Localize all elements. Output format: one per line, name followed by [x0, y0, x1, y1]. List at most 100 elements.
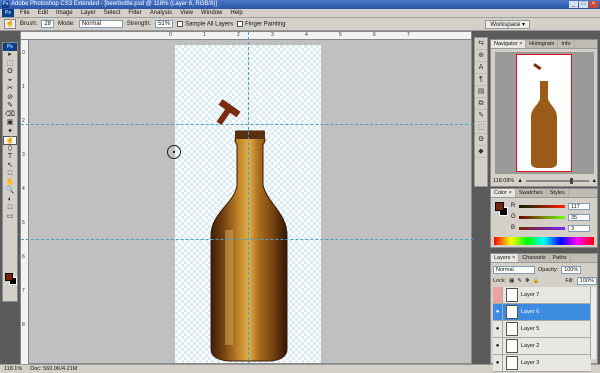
tab-paths[interactable]: Paths — [550, 254, 571, 262]
blue-slider[interactable] — [519, 226, 565, 230]
ps-logo-icon[interactable]: Ps — [2, 9, 14, 17]
stamp-tool-icon[interactable]: ▣ — [3, 119, 17, 128]
shape-tool-icon[interactable]: □ — [3, 170, 17, 179]
guide-vertical[interactable] — [248, 32, 249, 365]
minimize-button[interactable]: _ — [569, 1, 578, 8]
magic-wand-tool-icon[interactable]: ⌖ — [3, 77, 17, 86]
guide-horizontal[interactable] — [21, 124, 473, 125]
history-brush-tool-icon[interactable]: ✦ — [3, 128, 17, 137]
red-value-input[interactable]: 117 — [568, 202, 590, 210]
layers-scrollbar[interactable] — [590, 287, 596, 359]
clone-source-icon[interactable]: ⧉ — [475, 98, 487, 110]
menu-view[interactable]: View — [176, 9, 197, 18]
eye-icon[interactable]: ● — [493, 338, 503, 354]
character-panel-icon[interactable]: A — [475, 62, 487, 74]
menu-filter[interactable]: Filter — [124, 9, 145, 18]
navigator-thumbnail[interactable] — [495, 52, 594, 174]
color-spectrum-bar[interactable] — [494, 237, 594, 245]
lock-position-icon[interactable]: ✥ — [525, 278, 530, 284]
tab-histogram[interactable]: Histogram — [526, 40, 559, 48]
marquee-tool-icon[interactable]: ⬚ — [3, 60, 17, 69]
layer-row-layer-3[interactable]: ● Layer 3 — [493, 355, 591, 372]
menu-edit[interactable]: Edit — [34, 9, 52, 18]
menu-image[interactable]: Image — [52, 9, 77, 18]
screen-mode-icon[interactable]: □ — [3, 204, 17, 213]
navigator-view-box[interactable] — [516, 54, 572, 172]
type-tool-icon[interactable]: T — [3, 153, 17, 162]
eye-icon[interactable]: ● — [493, 355, 503, 371]
layer-row-layer-7[interactable]: Layer 7 — [493, 287, 591, 304]
eraser-tool-icon[interactable]: ⌫ — [3, 111, 17, 120]
menu-select[interactable]: Select — [100, 9, 125, 18]
smudge-tool-icon[interactable]: ☝ — [4, 19, 16, 29]
visibility-toggle[interactable] — [493, 287, 503, 303]
animation-panel-icon[interactable]: ◆ — [475, 146, 487, 158]
eye-icon[interactable]: ● — [493, 321, 503, 337]
green-slider[interactable] — [519, 215, 565, 219]
tool-presets-icon[interactable]: ⊕ — [475, 50, 487, 62]
lasso-tool-icon[interactable]: ʘ — [3, 68, 17, 77]
tab-color[interactable]: Color × — [491, 189, 516, 197]
tab-channels[interactable]: Channels — [519, 254, 550, 262]
menu-analysis[interactable]: Analysis — [146, 9, 176, 18]
color-fg-swatch[interactable] — [495, 202, 504, 211]
sample-all-layers-option[interactable]: Sample All Layers — [177, 20, 233, 27]
close-button[interactable]: × — [589, 1, 598, 8]
tab-layers[interactable]: Layers × — [491, 254, 520, 262]
zoom-tool-icon[interactable]: 🔍 — [3, 187, 17, 196]
move-tool-icon[interactable]: ▸ — [3, 51, 17, 60]
brush-size-picker[interactable]: 28 — [41, 20, 55, 28]
smudge-tool-icon[interactable]: ☝ — [3, 136, 17, 145]
navigator-zoom-value[interactable]: 118.08% — [493, 178, 514, 184]
sample-all-layers-checkbox[interactable] — [177, 20, 184, 27]
fullscreen-mode-icon[interactable]: ▭ — [3, 213, 17, 222]
actions-panel-icon[interactable]: ⚙ — [475, 134, 487, 146]
mode-select[interactable]: Normal — [78, 20, 123, 28]
ruler-horizontal[interactable]: 0 1 2 3 4 5 6 7 — [21, 32, 471, 40]
dodge-tool-icon[interactable]: ⬯ — [3, 145, 17, 154]
ruler-vertical[interactable]: 0 1 2 3 4 5 6 7 8 — [21, 40, 29, 371]
history-panel-icon[interactable]: ⬚ — [475, 122, 487, 134]
menu-window[interactable]: Window — [197, 9, 226, 18]
document-canvas-area[interactable]: 0 1 2 3 4 5 6 7 0 1 2 3 4 5 6 7 8 — [20, 31, 473, 371]
quick-mask-icon[interactable]: ◐ — [3, 196, 17, 205]
eye-icon[interactable]: ● — [493, 304, 503, 320]
lock-transparency-icon[interactable]: ▦ — [509, 278, 514, 284]
tab-navigator[interactable]: Navigator × — [491, 40, 527, 48]
zoom-out-icon[interactable]: ▲ — [517, 178, 522, 184]
finger-painting-option[interactable]: Finger Painting — [237, 20, 285, 27]
zoom-in-icon[interactable]: ▲ — [592, 178, 597, 184]
swap-panel-icon[interactable]: ⇆ — [475, 38, 487, 50]
paragraph-panel-icon[interactable]: ¶ — [475, 74, 487, 86]
workspace-button[interactable]: Workspace ▾ — [485, 19, 530, 29]
lock-all-icon[interactable]: 🔒 — [533, 278, 540, 284]
red-slider[interactable] — [519, 204, 565, 208]
layer-row-layer-6[interactable]: ● Layer 6 — [493, 304, 591, 321]
menu-help[interactable]: Help — [226, 9, 246, 18]
tab-styles[interactable]: Styles — [547, 189, 569, 197]
finger-painting-checkbox[interactable] — [237, 20, 244, 27]
path-select-tool-icon[interactable]: ↖ — [3, 162, 17, 171]
fill-input[interactable]: 100% — [576, 276, 597, 285]
green-value-input[interactable]: 35 — [568, 213, 590, 221]
strength-input[interactable]: 51% — [155, 20, 174, 28]
guide-horizontal[interactable] — [21, 239, 473, 240]
layer-row-layer-5[interactable]: ● Layer 5 — [493, 321, 591, 338]
menu-file[interactable]: File — [16, 9, 34, 18]
zoom-readout[interactable]: 118.1% — [4, 365, 22, 373]
lock-image-icon[interactable]: ✎ — [517, 278, 522, 284]
foreground-color-swatch[interactable] — [5, 273, 13, 281]
tab-swatches[interactable]: Swatches — [516, 189, 547, 197]
blue-value-input[interactable]: 3 — [568, 224, 590, 232]
hand-tool-icon[interactable]: ✋ — [3, 179, 17, 188]
slice-tool-icon[interactable]: ⊘ — [3, 94, 17, 103]
layer-row-layer-2[interactable]: ● Layer 2 — [493, 338, 591, 355]
tab-info[interactable]: Info — [558, 40, 575, 48]
opacity-input[interactable]: 100% — [561, 265, 582, 274]
crop-tool-icon[interactable]: ✂ — [3, 85, 17, 94]
brushes-panel-icon[interactable]: ✎ — [475, 110, 487, 122]
blend-mode-select[interactable]: Normal — [493, 265, 535, 274]
menu-layer[interactable]: Layer — [77, 9, 100, 18]
maximize-button[interactable]: □ — [579, 1, 588, 8]
navigator-zoom-slider[interactable] — [525, 178, 589, 184]
